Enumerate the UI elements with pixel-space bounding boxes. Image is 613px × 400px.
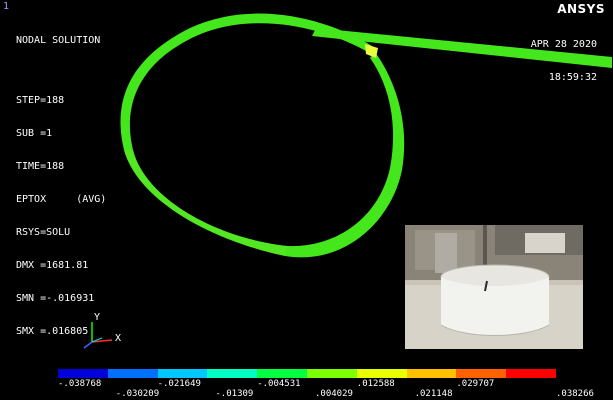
legend-label-top-0: -.038768 xyxy=(58,379,102,389)
ansys-logo: ANSYS xyxy=(557,2,605,16)
legend-label-bottom-1: -.01309 xyxy=(215,389,254,399)
legend-label-bottom-3: .021148 xyxy=(414,389,453,399)
info-dmx: DMX =1681.81 xyxy=(16,260,89,271)
legend-swatch-3 xyxy=(207,369,258,378)
experiment-photo-inset xyxy=(405,225,583,349)
info-result: EPTOX (AVG) xyxy=(16,194,107,205)
legend-swatch-4 xyxy=(257,369,307,378)
legend-label-top-4: .029707 xyxy=(456,379,495,389)
timestamp-block: APR 28 2020 18:59:32 xyxy=(531,17,597,94)
legend-label-bottom-2: .004029 xyxy=(315,389,353,399)
legend-label-top-3: .012588 xyxy=(356,379,395,389)
legend-swatch-1 xyxy=(107,369,158,378)
info-rsys: RSYS=SOLU xyxy=(16,227,71,238)
timestamp-time: 18:59:32 xyxy=(548,72,597,83)
window-number: 1 xyxy=(3,1,10,12)
info-title: NODAL SOLUTION xyxy=(16,35,101,46)
info-smx: SMX =.016805 xyxy=(16,326,89,337)
legend-swatch-0 xyxy=(58,369,108,378)
solution-info-block: NODAL SOLUTION STEP=188 SUB =1 TIME=188 … xyxy=(16,13,106,348)
info-sub: SUB =1 xyxy=(16,128,53,139)
timestamp-date: APR 28 2020 xyxy=(530,39,597,50)
legend-swatch-6 xyxy=(356,369,407,378)
info-step: STEP=188 xyxy=(16,95,65,106)
legend-label-top-2: -.004531 xyxy=(257,379,301,389)
info-smn: SMN =-.016931 xyxy=(16,293,95,304)
legend-swatch-2 xyxy=(157,369,208,378)
info-time: TIME=188 xyxy=(16,161,65,172)
legend-swatch-9 xyxy=(506,369,556,378)
triad-x-label: X xyxy=(115,333,121,344)
legend-swatch-8 xyxy=(456,369,507,378)
legend-swatch-7 xyxy=(406,369,457,378)
legend-label-bottom-0: -.030209 xyxy=(115,389,160,399)
legend-swatch-5 xyxy=(306,369,357,378)
legend-label-top-1: -.021649 xyxy=(157,379,201,389)
legend-label-bottom-4: .038266 xyxy=(556,389,594,399)
contour-legend-bar xyxy=(58,369,556,378)
